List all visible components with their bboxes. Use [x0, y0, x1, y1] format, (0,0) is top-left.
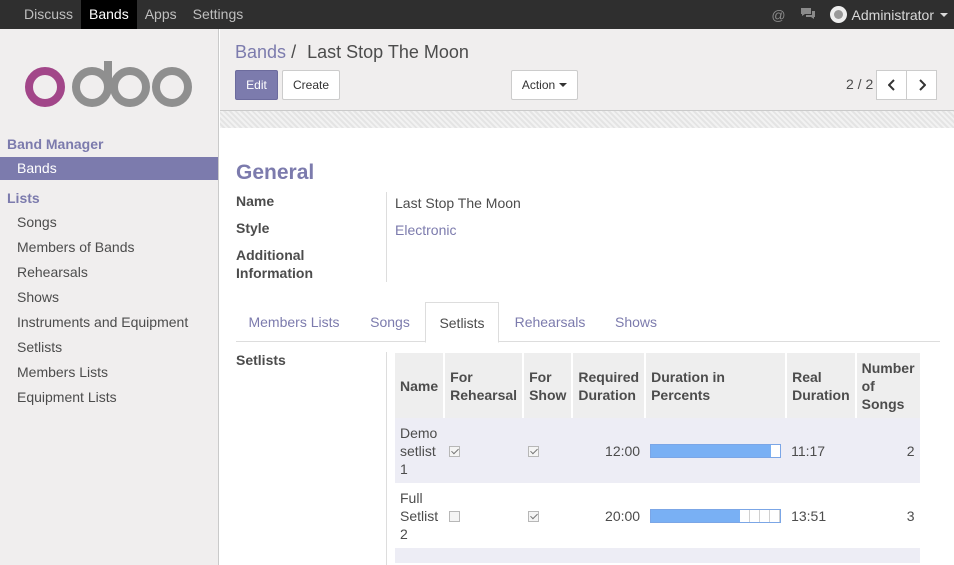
progress-fill: [651, 444, 772, 457]
column-header-duration-percent[interactable]: Duration in Percents: [645, 353, 788, 418]
duration-progress-bar: [650, 443, 782, 458]
sidebar-item-bands[interactable]: Bands: [0, 157, 218, 180]
additional-information-label: Additional Information: [236, 246, 313, 282]
cell-duration-percent: [645, 483, 787, 548]
chat-icon[interactable]: [800, 7, 816, 23]
notebook-tabs: Members Lists Songs Setlists Rehearsals …: [236, 302, 940, 343]
progress-empty: [740, 509, 781, 522]
menu-bands[interactable]: Bands: [81, 0, 137, 29]
form-background-stripe: [220, 111, 954, 128]
for-show-checkbox[interactable]: [528, 446, 540, 458]
chevron-down-icon: [940, 12, 948, 17]
chevron-right-icon: [918, 79, 926, 91]
progress-fill: [651, 509, 741, 522]
table-filler-row: [395, 548, 920, 563]
breadcrumb: Bands / Last Stop The Moon: [235, 42, 469, 63]
tab-members-lists[interactable]: Members Lists: [236, 302, 352, 342]
menu-settings[interactable]: Settings: [185, 0, 252, 29]
action-dropdown[interactable]: Action: [511, 70, 578, 100]
action-label: Action: [521, 78, 556, 92]
edit-button[interactable]: Edit: [235, 70, 278, 100]
app-menu: Discuss Bands Apps Settings: [16, 0, 251, 29]
column-header-for-show[interactable]: For Show: [523, 353, 574, 418]
menu-apps[interactable]: Apps: [137, 0, 185, 29]
column-header-real-duration[interactable]: Real Duration: [786, 353, 857, 418]
column-header-number-of-songs[interactable]: Number of Songs: [855, 353, 920, 418]
cell-required-duration: 20:00: [572, 483, 646, 548]
style-label: Style: [236, 220, 270, 236]
sidebar-item-setlists[interactable]: Setlists: [0, 336, 218, 359]
create-button[interactable]: Create: [282, 70, 340, 100]
cell-for-show: [523, 483, 573, 548]
for-rehearsal-checkbox[interactable]: [449, 446, 461, 458]
avatar: [829, 6, 847, 23]
tab-songs[interactable]: Songs: [356, 302, 424, 342]
breadcrumb-bands[interactable]: Bands: [235, 42, 286, 62]
cell-for-rehearsal: [444, 418, 524, 483]
pager-previous-button[interactable]: [876, 70, 907, 100]
pager-next-button[interactable]: [906, 70, 937, 100]
user-name: Administrator: [851, 6, 934, 23]
at-icon[interactable]: @: [771, 7, 785, 23]
cell-name: Demo setlist 1: [395, 418, 445, 483]
form-sheet: General Name Last Stop The Moon Style El…: [220, 128, 954, 565]
cell-name: Full Setlist 2: [395, 483, 445, 548]
cell-real-duration: 13:51: [786, 483, 856, 548]
filler-cell: [395, 548, 920, 563]
table-row[interactable]: Full Setlist 2 20:00 13:51 3: [395, 483, 920, 548]
name-field: Last Stop The Moon: [395, 195, 521, 211]
column-header-for-rehearsal[interactable]: For Rehearsal: [444, 353, 525, 418]
sidebar-item-members-of-bands[interactable]: Members of Bands: [0, 236, 218, 259]
column-header-required-duration[interactable]: Required Duration: [572, 353, 647, 418]
table-row[interactable]: Demo setlist 1 12:00 11:17 2: [395, 418, 920, 483]
cell-for-show: [523, 418, 573, 483]
progress-empty: [771, 444, 781, 457]
systray: @ Administrator: [771, 0, 948, 29]
control-panel: Bands / Last Stop The Moon Edit Create A…: [220, 29, 954, 111]
field-divider: [386, 192, 387, 282]
style-field[interactable]: Electronic: [395, 222, 456, 238]
sidebar-section-lists[interactable]: Lists: [7, 190, 40, 206]
sidebar-item-songs[interactable]: Songs: [0, 211, 218, 234]
sidebar-item-rehearsals[interactable]: Rehearsals: [0, 261, 218, 284]
name-label: Name: [236, 193, 275, 209]
chevron-left-icon: [887, 79, 895, 91]
sidebar: Band Manager Bands Lists Songs Members o…: [0, 29, 219, 565]
for-show-checkbox[interactable]: [528, 511, 540, 523]
section-title: General: [236, 161, 315, 184]
cell-real-duration: 11:17: [786, 418, 856, 483]
field-divider: [386, 352, 387, 565]
sidebar-section-band-manager[interactable]: Band Manager: [7, 136, 103, 152]
duration-progress-bar: [650, 508, 782, 523]
additional-label-line2: Information: [236, 265, 313, 281]
top-navbar: Discuss Bands Apps Settings @ Administra…: [0, 0, 954, 29]
tab-setlists[interactable]: Setlists: [425, 302, 499, 343]
cell-for-rehearsal: [444, 483, 524, 548]
breadcrumb-separator: /: [291, 42, 297, 62]
sidebar-item-instruments[interactable]: Instruments and Equipment: [0, 311, 218, 334]
breadcrumb-current: Last Stop The Moon: [307, 42, 469, 62]
sidebar-item-members-lists[interactable]: Members Lists: [0, 361, 218, 384]
cell-duration-percent: [645, 418, 787, 483]
cell-number-of-songs: 3: [855, 483, 920, 548]
cell-required-duration: 12:00: [572, 418, 646, 483]
setlists-table: Name For Rehearsal For Show Required Dur…: [395, 353, 920, 563]
column-header-name[interactable]: Name: [395, 353, 446, 418]
additional-label-line1: Additional: [236, 247, 305, 263]
tab-shows[interactable]: Shows: [600, 302, 672, 342]
pager-value[interactable]: 2 / 2: [846, 76, 873, 92]
sidebar-item-equipment-lists[interactable]: Equipment Lists: [0, 386, 218, 409]
setlists-label: Setlists: [236, 352, 286, 368]
sidebar-item-shows[interactable]: Shows: [0, 286, 218, 309]
cell-number-of-songs: 2: [855, 418, 920, 483]
user-menu[interactable]: Administrator: [829, 6, 948, 23]
tab-rehearsals[interactable]: Rehearsals: [502, 302, 598, 342]
chevron-down-icon: [559, 83, 568, 87]
menu-discuss[interactable]: Discuss: [16, 0, 81, 29]
table-header-row: Name For Rehearsal For Show Required Dur…: [395, 353, 920, 418]
odoo-logo[interactable]: [24, 61, 194, 111]
for-rehearsal-checkbox[interactable]: [449, 511, 461, 523]
